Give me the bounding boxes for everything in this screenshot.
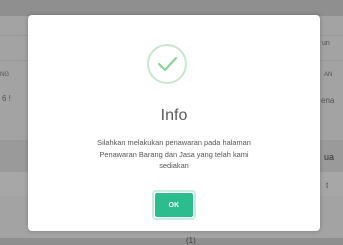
background-text: 6 !: [2, 94, 11, 103]
background-text: NG: [0, 72, 9, 78]
focus-ring: [152, 190, 196, 220]
background-text: ua: [324, 152, 335, 162]
check-circle-icon: [147, 44, 187, 84]
info-modal: Info Silahkan melakukan penawaran pada h…: [28, 15, 320, 231]
background-text: ena: [321, 96, 335, 105]
message-line: Penawaran Barang dan Jasa yang telah kam…: [99, 149, 249, 159]
ok-button[interactable]: OK: [152, 190, 196, 220]
background-text: (1): [186, 236, 196, 245]
background-text: t: [326, 181, 329, 190]
message-line: Silahkan melakukan penawaran pada halama…: [97, 138, 251, 147]
background-text: un: [322, 40, 330, 47]
background-text: AN: [324, 72, 333, 78]
modal-title: Info: [160, 107, 188, 124]
modal-message: Silahkan melakukan penawaran pada halama…: [68, 137, 280, 172]
message-line: sediakan: [159, 161, 189, 170]
